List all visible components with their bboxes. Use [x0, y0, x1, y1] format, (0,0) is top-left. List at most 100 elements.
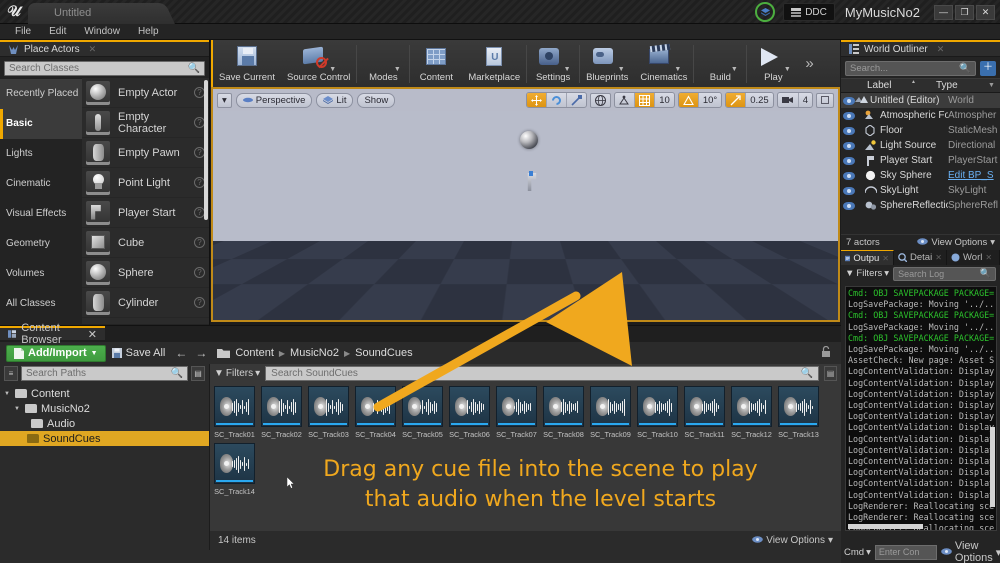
back-arrow-icon[interactable]: ←: [175, 346, 187, 360]
asset-tile[interactable]: SC_Track05: [402, 386, 443, 439]
collapse-tree-icon[interactable]: ≡: [4, 366, 18, 381]
asset-tile[interactable]: SC_Track13: [778, 386, 819, 439]
sound-cue-thumbnail[interactable]: [449, 386, 490, 427]
actor-item-cylinder[interactable]: Cylinder ?: [82, 288, 209, 318]
category-visual-effects[interactable]: Visual Effects: [0, 199, 82, 229]
add-actor-button[interactable]: ＋: [980, 61, 996, 76]
asset-tile[interactable]: SC_Track12: [731, 386, 772, 439]
toolbar-modes[interactable]: ▼ Modes: [357, 40, 409, 87]
actor-item-empty-pawn[interactable]: Empty Pawn ?: [82, 138, 209, 168]
visibility-eye-icon[interactable]: [843, 186, 855, 196]
visibility-eye-icon[interactable]: [843, 111, 855, 121]
toolbar-content[interactable]: Content: [410, 40, 462, 87]
sound-cue-thumbnail[interactable]: [355, 386, 396, 427]
close-icon[interactable]: ✕: [985, 253, 992, 262]
sound-cue-thumbnail[interactable]: [261, 386, 302, 427]
toolbar-marketplace[interactable]: Marketplace: [462, 40, 526, 87]
content-view-options-button[interactable]: View Options ▾: [752, 535, 833, 546]
place-actors-tab-close-icon[interactable]: ✕: [89, 44, 97, 55]
log-vertical-scrollbar[interactable]: [990, 427, 995, 507]
breadcrumb-content[interactable]: Content: [235, 347, 274, 359]
actor-item-empty-actor[interactable]: Empty Actor ?: [82, 78, 209, 108]
place-actors-tab[interactable]: Place Actors ✕: [0, 40, 209, 57]
visibility-eye-icon[interactable]: [843, 141, 855, 151]
outliner-col-label[interactable]: Label: [867, 79, 936, 91]
category-geometry[interactable]: Geometry: [0, 229, 82, 259]
asset-tile[interactable]: SC_Track02: [261, 386, 302, 439]
breadcrumb-musicno2[interactable]: MusicNo2: [290, 347, 339, 359]
log-search-field[interactable]: Search Log 🔍: [893, 266, 996, 281]
help-icon[interactable]: ?: [194, 297, 205, 308]
asset-tile[interactable]: SC_Track09: [590, 386, 631, 439]
level-tab[interactable]: Untitled: [28, 3, 158, 24]
outliner-search-field[interactable]: Search... 🔍: [845, 61, 976, 76]
outliner-row-light-source[interactable]: Light Source Directional: [841, 138, 1000, 153]
asset-tile[interactable]: SC_Track11: [684, 386, 725, 439]
log-output-area[interactable]: Cmd: OBJ SAVEPACKAGE PACKAGE=" LogSavePa…: [845, 286, 997, 531]
expand-triangle-icon[interactable]: ▼: [14, 406, 21, 412]
viewport-options-button[interactable]: ▾: [217, 92, 232, 108]
content-browser-tab[interactable]: Content Browser ✕: [0, 322, 105, 346]
rotate-tool-button[interactable]: [547, 93, 568, 107]
ddc-button[interactable]: DDC: [783, 3, 835, 21]
chevron-down-icon[interactable]: ▼: [784, 66, 791, 73]
close-button[interactable]: ✕: [976, 4, 995, 20]
camera-perspective-button[interactable]: Perspective: [235, 92, 313, 108]
log-horizontal-scrollbar[interactable]: [848, 524, 923, 529]
edit-blueprint-link[interactable]: Edit BP_S: [948, 170, 1000, 181]
show-menu-button[interactable]: Show: [357, 92, 396, 108]
lock-icon[interactable]: [821, 345, 831, 361]
camera-speed-value[interactable]: 4: [799, 93, 812, 107]
sound-cue-thumbnail[interactable]: [590, 386, 631, 427]
asset-filters-button[interactable]: ▼ Filters ▾: [214, 368, 260, 379]
tab-output-log[interactable]: Outpu ✕: [841, 250, 894, 265]
chevron-down-icon[interactable]: ▼: [329, 66, 336, 73]
actor-item-player-start[interactable]: Player Start ?: [82, 198, 209, 228]
rotation-snap-value[interactable]: 10°: [699, 93, 721, 107]
toolbar-source-control[interactable]: ▼ Source Control: [281, 40, 356, 87]
visibility-eye-icon[interactable]: [843, 171, 855, 181]
console-command-input[interactable]: Enter Con: [874, 544, 937, 560]
outliner-col-type[interactable]: Type: [936, 80, 988, 91]
chevron-down-icon[interactable]: ▼: [731, 66, 738, 73]
toolbar-settings[interactable]: ▼ Settings: [527, 40, 579, 87]
actor-list-scrollbar[interactable]: [204, 80, 208, 220]
sound-cue-thumbnail[interactable]: [308, 386, 349, 427]
asset-tile[interactable]: SC_Track14: [214, 443, 255, 496]
surface-snap-button[interactable]: [615, 93, 636, 107]
save-search-icon[interactable]: ▤: [824, 366, 837, 381]
menu-file[interactable]: File: [6, 24, 40, 40]
sound-cue-thumbnail[interactable]: [637, 386, 678, 427]
forward-arrow-icon[interactable]: →: [195, 346, 207, 360]
asset-tile[interactable]: SC_Track03: [308, 386, 349, 439]
asset-tile[interactable]: SC_Track10: [637, 386, 678, 439]
view-mode-lit-button[interactable]: Lit: [316, 92, 354, 108]
add-import-button[interactable]: Add/Import ▼: [6, 344, 106, 362]
menu-window[interactable]: Window: [75, 24, 129, 40]
maximize-viewport-button[interactable]: [816, 92, 834, 108]
sound-cue-thumbnail[interactable]: [684, 386, 725, 427]
save-all-button[interactable]: Save All: [111, 347, 165, 359]
close-icon[interactable]: ✕: [882, 254, 889, 263]
category-all-classes[interactable]: All Classes: [0, 289, 82, 319]
sound-cue-thumbnail[interactable]: [402, 386, 443, 427]
search-classes-field[interactable]: 🔍: [4, 61, 205, 76]
toolbar-cinematics[interactable]: ▼ Cinematics: [634, 40, 693, 87]
sound-cue-thumbnail[interactable]: [496, 386, 537, 427]
outliner-row-world[interactable]: Untitled (Editor) World: [841, 93, 1000, 108]
grid-snap-toggle[interactable]: [635, 93, 656, 107]
visibility-eye-icon[interactable]: [843, 126, 855, 136]
category-volumes[interactable]: Volumes: [0, 259, 82, 289]
outliner-row-skylight[interactable]: SkyLight SkyLight: [841, 183, 1000, 198]
outliner-row-sky-sphere[interactable]: Sky Sphere Edit BP_S: [841, 168, 1000, 183]
help-icon[interactable]: ?: [194, 237, 205, 248]
rotation-snap-toggle[interactable]: [678, 93, 699, 107]
asset-tile[interactable]: SC_Track04: [355, 386, 396, 439]
chevron-down-icon[interactable]: ▼: [394, 66, 401, 73]
world-coordinate-button[interactable]: [590, 92, 612, 108]
minimize-button[interactable]: —: [934, 4, 953, 20]
chevron-down-icon[interactable]: ▼: [618, 66, 625, 73]
log-view-options-button[interactable]: View Options ▾: [941, 540, 1000, 563]
outliner-col-menu-icon[interactable]: ▼: [988, 82, 1000, 89]
visibility-eye-icon[interactable]: [843, 201, 855, 211]
